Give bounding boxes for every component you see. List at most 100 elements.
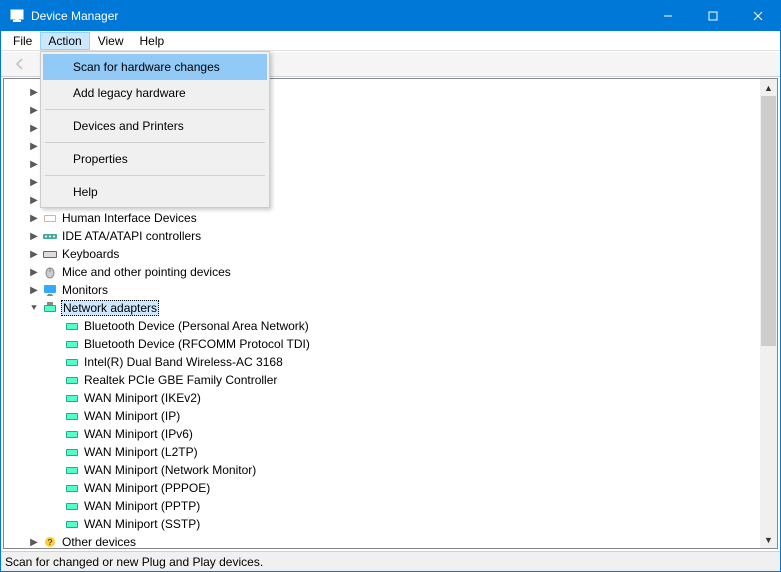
hid-icon — [42, 209, 58, 227]
network-adapter-icon — [64, 443, 80, 461]
tree-node-adapter[interactable]: WAN Miniport (Network Monitor) — [4, 461, 760, 479]
tree-label: Bluetooth Device (Personal Area Network) — [84, 319, 309, 333]
dropdown-scan-hardware[interactable]: Scan for hardware changes — [43, 54, 267, 80]
ide-icon — [42, 227, 58, 245]
network-adapter-icon — [64, 353, 80, 371]
chevron-right-icon[interactable]: ▶ — [28, 86, 40, 98]
tree-node-hid[interactable]: ▶ Human Interface Devices — [4, 209, 760, 227]
tree-label: WAN Miniport (PPPOE) — [84, 481, 210, 495]
chevron-right-icon[interactable]: ▶ — [28, 266, 40, 278]
status-text: Scan for changed or new Plug and Play de… — [5, 555, 263, 569]
minimize-button[interactable] — [645, 1, 690, 31]
tree-label: WAN Miniport (SSTP) — [84, 517, 200, 531]
chevron-right-icon[interactable]: ▶ — [28, 536, 40, 548]
tree-label: WAN Miniport (PPTP) — [84, 499, 200, 513]
chevron-right-icon[interactable]: ▶ — [28, 230, 40, 242]
tree-label: WAN Miniport (L2TP) — [84, 445, 198, 459]
close-button[interactable] — [735, 1, 780, 31]
tree-node-keyboards[interactable]: ▶ Keyboards — [4, 245, 760, 263]
tree-label: Network adapters — [61, 300, 159, 316]
dropdown-properties[interactable]: Properties — [43, 146, 267, 172]
chevron-down-icon[interactable]: ⯆ — [28, 302, 40, 314]
tree-label: Realtek PCIe GBE Family Controller — [84, 373, 277, 387]
chevron-right-icon[interactable]: ▶ — [28, 194, 40, 206]
network-adapter-icon — [64, 371, 80, 389]
statusbar: Scan for changed or new Plug and Play de… — [1, 551, 780, 571]
network-adapter-icon — [64, 461, 80, 479]
back-button[interactable] — [9, 53, 31, 75]
tree-label: WAN Miniport (IP) — [84, 409, 180, 423]
chevron-right-icon[interactable]: ▶ — [28, 122, 40, 134]
vertical-scrollbar[interactable]: ▲ ▼ — [760, 79, 777, 548]
tree-label: Intel(R) Dual Band Wireless-AC 3168 — [84, 355, 283, 369]
network-adapter-icon — [64, 479, 80, 497]
dropdown-devices-printers[interactable]: Devices and Printers — [43, 113, 267, 139]
tree-node-adapter[interactable]: WAN Miniport (IPv6) — [4, 425, 760, 443]
maximize-button[interactable] — [690, 1, 735, 31]
chevron-right-icon[interactable]: ▶ — [28, 176, 40, 188]
tree-label: WAN Miniport (IPv6) — [84, 427, 193, 441]
dropdown-help[interactable]: Help — [43, 179, 267, 205]
network-adapter-icon — [64, 497, 80, 515]
chevron-right-icon[interactable]: ▶ — [28, 248, 40, 260]
tree-node-adapter[interactable]: WAN Miniport (PPPOE) — [4, 479, 760, 497]
menu-action[interactable]: Action — [40, 32, 89, 50]
tree-label: Other devices — [62, 535, 136, 548]
network-adapter-icon — [64, 515, 80, 533]
network-adapter-icon — [64, 317, 80, 335]
scroll-down-button[interactable]: ▼ — [760, 531, 777, 548]
dropdown-add-legacy[interactable]: Add legacy hardware — [43, 80, 267, 106]
tree-node-ide[interactable]: ▶ IDE ATA/ATAPI controllers — [4, 227, 760, 245]
tree-label: Bluetooth Device (RFCOMM Protocol TDI) — [84, 337, 310, 351]
tree-label: IDE ATA/ATAPI controllers — [62, 229, 201, 243]
tree-node-mice[interactable]: ▶ Mice and other pointing devices — [4, 263, 760, 281]
network-adapter-icon — [42, 299, 58, 317]
tree-node-adapter[interactable]: Bluetooth Device (Personal Area Network) — [4, 317, 760, 335]
dropdown-separator — [45, 142, 265, 143]
dropdown-separator — [45, 109, 265, 110]
other-devices-icon: ? — [42, 533, 58, 548]
tree-node-adapter[interactable]: WAN Miniport (IKEv2) — [4, 389, 760, 407]
network-adapter-icon — [64, 425, 80, 443]
titlebar: Device Manager — [1, 1, 780, 31]
dropdown-separator — [45, 175, 265, 176]
keyboard-icon — [42, 245, 58, 263]
action-dropdown: Scan for hardware changes Add legacy har… — [40, 51, 270, 208]
chevron-right-icon[interactable]: ▶ — [28, 284, 40, 296]
chevron-right-icon[interactable]: ▶ — [28, 212, 40, 224]
network-adapter-icon — [64, 407, 80, 425]
tree-label: WAN Miniport (IKEv2) — [84, 391, 201, 405]
network-adapter-icon — [64, 335, 80, 353]
tree-label: Keyboards — [62, 247, 119, 261]
tree-node-adapter[interactable]: WAN Miniport (SSTP) — [4, 515, 760, 533]
chevron-right-icon[interactable]: ▶ — [28, 140, 40, 152]
tree-node-network-adapters[interactable]: ⯆ Network adapters — [4, 299, 760, 317]
network-adapter-icon — [64, 389, 80, 407]
tree-node-monitors[interactable]: ▶ Monitors — [4, 281, 760, 299]
tree-node-adapter[interactable]: Intel(R) Dual Band Wireless-AC 3168 — [4, 353, 760, 371]
tree-node-adapter[interactable]: WAN Miniport (IP) — [4, 407, 760, 425]
menu-help[interactable]: Help — [132, 32, 173, 50]
app-icon — [9, 8, 25, 24]
menu-view[interactable]: View — [90, 32, 132, 50]
tree-label: Monitors — [62, 283, 108, 297]
tree-node-adapter[interactable]: Bluetooth Device (RFCOMM Protocol TDI) — [4, 335, 760, 353]
svg-text:?: ? — [48, 538, 53, 547]
menubar: File Action View Help — [1, 31, 780, 51]
mouse-icon — [42, 263, 58, 281]
scroll-thumb[interactable] — [761, 96, 776, 346]
monitor-icon — [42, 281, 58, 299]
tree-node-adapter[interactable]: WAN Miniport (PPTP) — [4, 497, 760, 515]
scroll-up-button[interactable]: ▲ — [760, 79, 777, 96]
tree-node-adapter[interactable]: WAN Miniport (L2TP) — [4, 443, 760, 461]
chevron-right-icon[interactable]: ▶ — [28, 104, 40, 116]
chevron-right-icon[interactable]: ▶ — [28, 158, 40, 170]
tree-label: WAN Miniport (Network Monitor) — [84, 463, 256, 477]
tree-node-adapter[interactable]: Realtek PCIe GBE Family Controller — [4, 371, 760, 389]
tree-label: Mice and other pointing devices — [62, 265, 231, 279]
tree-node-other-devices[interactable]: ▶ ? Other devices — [4, 533, 760, 548]
window-title: Device Manager — [31, 9, 118, 23]
menu-file[interactable]: File — [5, 32, 40, 50]
tree-label: Human Interface Devices — [62, 211, 197, 225]
window-controls — [645, 1, 780, 31]
